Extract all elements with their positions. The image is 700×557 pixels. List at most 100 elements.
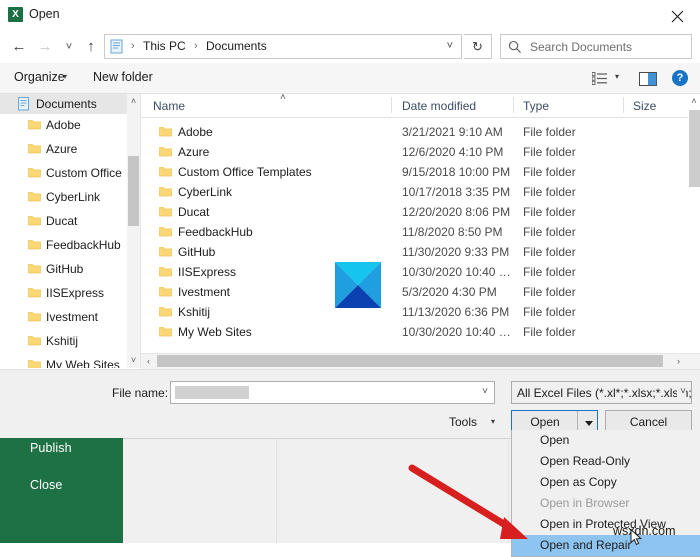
command-bar: Organize ▾ New folder ▾ [0, 63, 700, 94]
backstage-item-close[interactable]: Close [30, 478, 62, 492]
backstage-column-divider [276, 438, 277, 543]
file-type: File folder [523, 245, 576, 259]
breadcrumb-this-pc[interactable]: This PC [143, 39, 186, 53]
backstage-item-publish[interactable]: Publish [30, 441, 72, 455]
navpane-item-my-web-sites[interactable]: My Web Sites [0, 355, 140, 368]
navpane-item-adobe[interactable]: Adobe [0, 115, 140, 135]
table-row[interactable]: Azure 12/6/2020 4:10 PM File folder [141, 142, 688, 162]
table-row[interactable]: FeedbackHub 11/8/2020 8:50 PM File folde… [141, 222, 688, 242]
address-bar[interactable]: › This PC › Documents ˅ [104, 34, 462, 59]
file-type: File folder [523, 225, 576, 239]
navpane-item-github[interactable]: GitHub [0, 259, 140, 279]
chevron-down-icon[interactable]: ▾ [615, 72, 619, 81]
navpane-item-documents[interactable]: Documents [0, 94, 140, 114]
breadcrumb-documents[interactable]: Documents [206, 39, 267, 53]
back-arrow-icon[interactable]: ← [8, 36, 30, 58]
column-divider[interactable] [513, 97, 514, 113]
chevron-down-icon[interactable]: ˅ [482, 386, 488, 397]
navpane-item-label: Documents [36, 97, 97, 111]
file-date: 5/3/2020 4:30 PM [402, 285, 497, 299]
column-header-name[interactable]: Name [153, 99, 185, 113]
menu-item-open-as-copy[interactable]: Open as Copy [512, 472, 700, 493]
open-button-label: Open [530, 415, 560, 429]
navpane-item-feedbackhub[interactable]: FeedbackHub [0, 235, 140, 255]
folder-icon [159, 227, 172, 237]
breadcrumb-separator: › [131, 40, 135, 52]
file-date: 11/30/2020 9:33 PM [402, 245, 510, 259]
chevron-up-icon[interactable]: ˄ [688, 94, 700, 109]
folder-icon [159, 307, 172, 317]
scrollbar-thumb[interactable] [689, 110, 700, 187]
file-type: File folder [523, 285, 576, 299]
recent-locations-chevron-icon[interactable]: ˅ [58, 36, 80, 58]
file-name-input[interactable]: ˅ [170, 381, 495, 404]
navpane-item-ducat[interactable]: Ducat [0, 211, 140, 231]
forward-arrow-icon: → [37, 38, 53, 55]
table-row[interactable]: Ivestment 5/3/2020 4:30 PM File folder [141, 282, 688, 302]
folder-icon [159, 267, 172, 277]
up-arrow-icon[interactable]: ↑ [80, 36, 102, 58]
file-list-horizontal-scrollbar[interactable]: ‹ › [141, 353, 700, 369]
chevron-right-icon[interactable]: › [671, 354, 686, 368]
table-row[interactable]: Custom Office Templates 9/15/2018 10:00 … [141, 162, 688, 182]
column-header-size[interactable]: Size [633, 99, 656, 113]
navpane-item-label: FeedbackHub [46, 238, 121, 252]
menu-item-open[interactable]: Open [512, 430, 700, 451]
file-list: ˄ Name Date modified Type Size Adobe 3/2… [141, 94, 688, 368]
folder-icon [28, 216, 41, 226]
search-input[interactable]: Search Documents [530, 40, 632, 54]
folder-icon [159, 287, 172, 297]
close-icon[interactable] [655, 0, 700, 30]
chevron-down-icon[interactable]: ˅ [447, 40, 453, 52]
folder-icon [159, 207, 172, 217]
chevron-up-icon[interactable]: ˄ [127, 94, 140, 109]
tools-button[interactable]: Tools [449, 415, 477, 429]
navpane-scrollbar[interactable]: ˄ ˅ [127, 94, 140, 368]
file-list-scrollbar[interactable]: ˄ ˅ [688, 94, 700, 368]
new-folder-button[interactable]: New folder [93, 70, 153, 84]
preview-pane-icon[interactable] [639, 72, 657, 86]
navpane-item-ivestment[interactable]: Ivestment [0, 307, 140, 327]
folder-icon [28, 336, 41, 346]
navpane-item-custom-office[interactable]: Custom Office [0, 163, 140, 183]
file-date: 10/30/2020 10:40 … [402, 325, 511, 339]
view-layout-icon[interactable] [592, 72, 607, 85]
help-icon[interactable] [672, 70, 688, 86]
organize-button[interactable]: Organize [14, 70, 65, 84]
column-divider[interactable] [391, 97, 392, 113]
navpane-item-azure[interactable]: Azure [0, 139, 140, 159]
search-icon [508, 40, 521, 53]
navpane-item-kshitij[interactable]: Kshitij [0, 331, 140, 351]
table-row[interactable]: My Web Sites 10/30/2020 10:40 … File fol… [141, 322, 688, 342]
column-divider[interactable] [623, 97, 624, 113]
refresh-icon[interactable]: ↻ [464, 34, 492, 59]
chevron-down-icon[interactable]: ▾ [63, 72, 67, 81]
table-row[interactable]: IISExpress 10/30/2020 10:40 … File folde… [141, 262, 688, 282]
table-row[interactable]: Ducat 12/20/2020 8:06 PM File folder [141, 202, 688, 222]
folder-icon [159, 327, 172, 337]
chevron-down-icon[interactable]: ˅ [677, 386, 686, 397]
navpane-item-cyberlink[interactable]: CyberLink [0, 187, 140, 207]
file-type-filter-select[interactable]: All Excel Files (*.xl*;*.xlsx;*.xlsm; ˅ [511, 381, 692, 404]
file-name-label: File name: [112, 386, 169, 400]
menu-item-open-and-repair[interactable]: Open and Repair [512, 535, 700, 556]
navigation-bar: ← → ˅ ↑ › This PC › Documents ˅ ↻ Search… [0, 30, 700, 63]
scrollbar-thumb[interactable] [128, 156, 139, 226]
table-row[interactable]: GitHub 11/30/2020 9:33 PM File folder [141, 242, 688, 262]
file-type: File folder [523, 265, 576, 279]
chevron-down-icon[interactable]: ▾ [491, 417, 495, 426]
column-header-date-modified[interactable]: Date modified [402, 99, 476, 113]
navigation-pane: Documents Adobe Azure Custom Office Cybe… [0, 94, 140, 368]
column-header-type[interactable]: Type [523, 99, 549, 113]
table-row[interactable]: CyberLink 10/17/2018 3:35 PM File folder [141, 182, 688, 202]
folder-icon [159, 247, 172, 257]
search-box[interactable]: Search Documents [500, 34, 692, 59]
menu-item-open-read-only[interactable]: Open Read-Only [512, 451, 700, 472]
chevron-down-icon[interactable]: ˅ [127, 353, 140, 368]
table-row[interactable]: Kshitij 11/13/2020 6:36 PM File folder [141, 302, 688, 322]
folder-icon [28, 168, 41, 178]
table-row[interactable]: Adobe 3/21/2021 9:10 AM File folder [141, 122, 688, 142]
scrollbar-thumb[interactable] [157, 355, 663, 367]
chevron-left-icon[interactable]: ‹ [141, 354, 156, 368]
navpane-item-iisexpress[interactable]: IISExpress [0, 283, 140, 303]
